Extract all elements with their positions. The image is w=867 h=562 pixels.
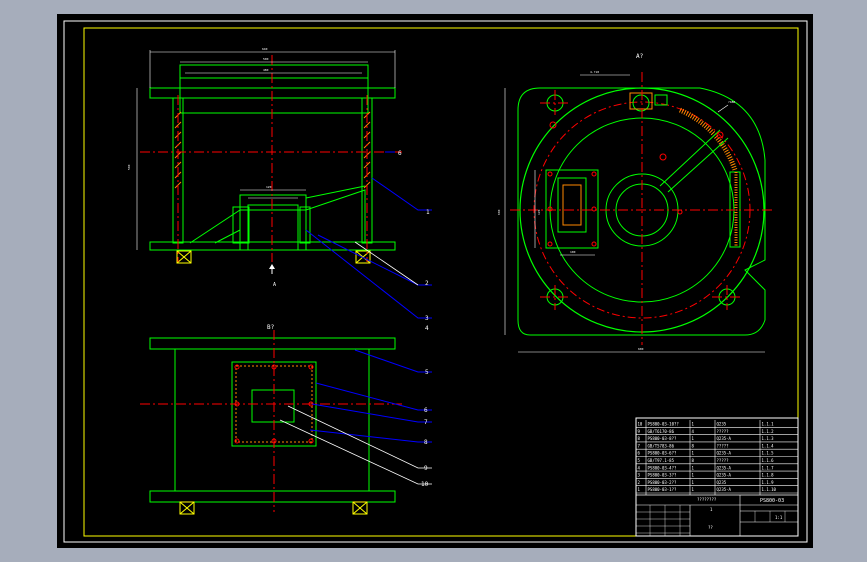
svg-text:600: 600: [497, 209, 501, 215]
parts-cell-note: 1.1.1: [762, 422, 775, 427]
cad-window: 640 500 480 500 120 A 1 2 3 4 6 A? 600 6…: [0, 0, 867, 562]
parts-cell-code: GB/T5783-86: [648, 443, 675, 448]
callout-3: 3: [425, 315, 429, 322]
parts-cell-mat: ?????: [717, 429, 730, 434]
parts-cell-mat: Q235: [717, 480, 727, 485]
parts-cell-mat: Q235: [717, 422, 727, 427]
callout-1: 1: [426, 209, 430, 216]
svg-text:100: 100: [570, 250, 576, 254]
callout-8: 8: [424, 439, 428, 446]
parts-cell-code: PS800-03-3??: [648, 473, 677, 478]
parts-cell-note: 1.1.9: [762, 480, 775, 485]
svg-text:500: 500: [127, 164, 131, 170]
svg-text:4-?18: 4-?18: [590, 70, 599, 74]
parts-cell-no: 10: [638, 422, 643, 427]
callout-4: 4: [425, 325, 429, 332]
parts-cell-code: GB/T6170-86: [648, 429, 675, 434]
svg-text:640: 640: [262, 47, 268, 51]
svg-text:500: 500: [263, 57, 269, 61]
svg-text:480: 480: [263, 68, 269, 72]
parts-cell-mat: Q235-A: [717, 465, 732, 470]
title-footer: ??: [708, 525, 713, 530]
parts-cell-code: PS800-03-1??: [648, 487, 677, 492]
parts-cell-note: 1.1.10: [762, 487, 777, 492]
callout-5: 5: [425, 369, 429, 376]
parts-cell-mat: ?????: [717, 443, 730, 448]
view-arrow-label: A: [273, 282, 276, 288]
drawing-sheet: [57, 14, 813, 548]
drawing-number: PS800-03: [760, 498, 784, 504]
parts-cell-note: 1.1.6: [762, 458, 775, 463]
callout-9: 9: [424, 465, 428, 472]
callout-6: 6: [424, 407, 428, 414]
parts-cell-code: GB/T97.1-85: [648, 458, 675, 463]
parts-cell-note: 1.1.8: [762, 473, 775, 478]
svg-text:120: 120: [266, 185, 272, 189]
parts-cell-note: 1.1.3: [762, 436, 775, 441]
parts-cell-mat: Q235-A: [717, 473, 732, 478]
parts-cell-mat: ?????: [717, 458, 730, 463]
callout-6-top: 6: [398, 150, 402, 157]
parts-cell-note: 1.1.4: [762, 443, 775, 448]
parts-cell-mat: Q235-A: [717, 487, 732, 492]
section-label-b: B?: [267, 324, 275, 331]
svg-text:120: 120: [537, 209, 541, 215]
parts-cell-code: PS800-03-4??: [648, 465, 677, 470]
parts-cell-code: PS800-03-8??: [648, 436, 677, 441]
scale-label: 1:1: [775, 515, 783, 520]
parts-cell-note: 1.1.5: [762, 451, 775, 456]
parts-cell-code: PS800-03-6??: [648, 451, 677, 456]
section-label-a: A?: [636, 53, 644, 60]
parts-cell-mat: Q235-A: [717, 436, 732, 441]
parts-cell-mat: Q235-A: [717, 451, 732, 456]
svg-text:?480: ?480: [728, 100, 735, 104]
svg-text:600: 600: [638, 347, 644, 351]
callout-7: 7: [424, 419, 428, 426]
parts-cell-code: PS800-03-10??: [648, 422, 680, 427]
callout-2: 2: [425, 280, 429, 287]
drawing-name: ????????: [697, 497, 717, 502]
cad-drawing-canvas[interactable]: 640 500 480 500 120 A 1 2 3 4 6 A? 600 600…: [0, 0, 867, 562]
callout-10: 10: [421, 481, 429, 488]
parts-cell-note: 1.1.7: [762, 465, 775, 470]
parts-cell-code: PS800-03-2??: [648, 480, 677, 485]
parts-cell-note: 1.1.2: [762, 429, 775, 434]
